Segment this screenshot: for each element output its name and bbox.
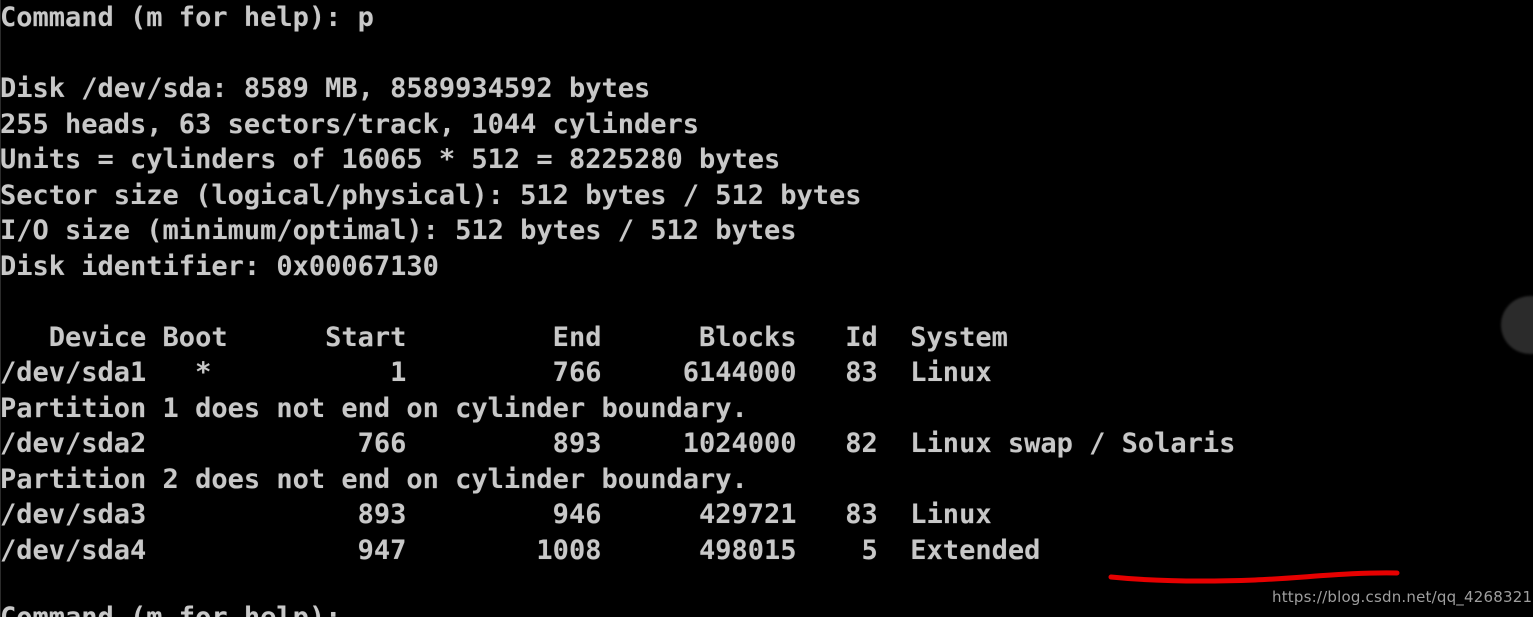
prompt-line-command-p: Command (m for help): p (0, 2, 374, 33)
terminal-screen: Command (m for help): p Disk /dev/sda: 8… (0, 0, 1533, 617)
disk-geometry-line: 255 heads, 63 sectors/track, 1044 cylind… (0, 108, 699, 140)
disk-identifier-line: Disk identifier: 0x00067130 (0, 250, 439, 282)
disk-sector-size-line: Sector size (logical/physical): 512 byte… (0, 179, 862, 211)
partition-1-warning: Partition 1 does not end on cylinder bou… (0, 392, 748, 424)
table-row: /dev/sda2 766 893 1024000 82 Linux swap … (0, 428, 1236, 459)
disk-units-line: Units = cylinders of 16065 * 512 = 82252… (0, 144, 781, 175)
disk-io-size-line: I/O size (minimum/optimal): 512 bytes / … (0, 215, 797, 246)
table-row: /dev/sda1 * 1 766 6144000 83 Linux (0, 357, 992, 388)
table-row: /dev/sda4 947 1008 498015 5 Extended (0, 534, 1041, 566)
partition-2-warning: Partition 2 does not end on cylinder bou… (0, 463, 748, 495)
terminal-output: Command (m for help): p Disk /dev/sda: 8… (0, 0, 1533, 604)
disk-size-line: Disk /dev/sda: 8589 MB, 8589934592 bytes (0, 73, 651, 104)
table-row: /dev/sda3 893 946 429721 83 Linux (0, 499, 992, 530)
csdn-watermark: https://blog.csdn.net/qq_42683219 (1272, 588, 1533, 606)
partition-table-header: Device Boot Start End Blocks Id System (0, 321, 1008, 353)
